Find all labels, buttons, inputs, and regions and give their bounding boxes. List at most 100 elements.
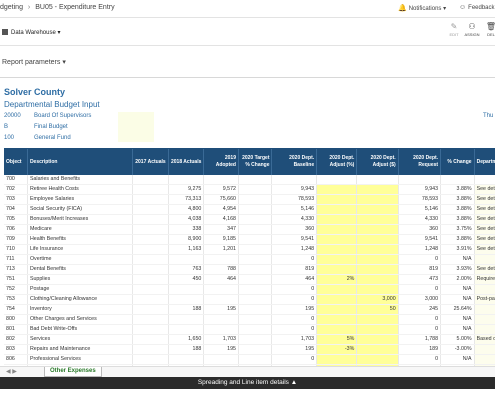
table-cell[interactable]: See detail on payroll f — [474, 204, 495, 215]
delete-button[interactable]: 🗑 DEL — [481, 22, 495, 37]
table-cell[interactable] — [474, 175, 495, 185]
table-cell[interactable] — [356, 184, 399, 195]
table-cell[interactable] — [356, 274, 399, 285]
model-selector[interactable]: Data Warehouse ▾ — [2, 29, 61, 36]
column-header[interactable]: Description — [27, 149, 133, 175]
table-cell[interactable] — [356, 254, 399, 265]
table-cell[interactable] — [356, 175, 399, 185]
table-cell[interactable]: See detail on payroll f — [474, 234, 495, 245]
table-cell[interactable] — [356, 314, 399, 325]
table-cell[interactable] — [474, 284, 495, 295]
table-cell: N/A — [440, 294, 475, 305]
table-cell[interactable] — [316, 234, 358, 245]
table-cell[interactable]: 50 — [356, 304, 399, 315]
details-panel-toggle[interactable]: Spreading and Line item details ▲ — [0, 377, 495, 389]
table-cell[interactable] — [316, 184, 358, 195]
table-cell[interactable]: See detail on payroll f — [474, 194, 495, 205]
table-cell[interactable]: 2% — [316, 274, 358, 285]
table-cell: 4,330 — [398, 214, 442, 225]
table-cell[interactable] — [356, 214, 399, 225]
report-parameters-toggle[interactable]: Report parameters ▾ — [2, 58, 66, 66]
notifications-button[interactable]: 🔔 Notifications ▾ — [398, 4, 446, 12]
column-header[interactable]: Departmental Notes — [474, 149, 495, 175]
table-cell[interactable] — [316, 244, 358, 255]
table-cell[interactable] — [474, 254, 495, 265]
column-header[interactable]: 2020 Target % Change — [238, 149, 273, 175]
table-cell[interactable]: 5% — [316, 334, 358, 345]
table-cell[interactable] — [316, 354, 358, 365]
table-cell[interactable] — [356, 244, 399, 255]
table-cell[interactable]: See detail on payroll f — [474, 214, 495, 225]
table-cell[interactable] — [316, 175, 358, 185]
table-cell: 3.75% — [440, 224, 475, 235]
table-cell[interactable] — [474, 344, 495, 355]
table-cell[interactable]: See detail on payroll f — [474, 244, 495, 255]
input-cell-block[interactable] — [118, 112, 154, 142]
table-cell — [271, 175, 318, 185]
table-cell: 702 — [4, 184, 28, 195]
table-cell[interactable]: -3% — [316, 344, 358, 355]
table-cell[interactable] — [356, 204, 399, 215]
table-cell[interactable] — [356, 344, 399, 355]
table-cell[interactable] — [316, 204, 358, 215]
table-cell: N/A — [440, 354, 475, 365]
table-cell: 1,201 — [203, 244, 239, 255]
table-cell[interactable] — [316, 304, 358, 315]
table-cell[interactable]: Required for renovatio — [474, 274, 495, 285]
table-cell: 0 — [271, 354, 318, 365]
table-cell: 0 — [271, 254, 318, 265]
column-header[interactable]: 2020 Dept. Adjust (%) — [316, 149, 358, 175]
table-cell[interactable] — [316, 294, 358, 305]
column-header[interactable]: % Change — [440, 149, 475, 175]
table-cell: 3.88% — [440, 204, 475, 215]
sheet-tab-other-expenses[interactable]: Other Expenses — [44, 367, 102, 377]
table-cell[interactable] — [316, 284, 358, 295]
assign-button[interactable]: ⚇ ASSIGN — [462, 22, 482, 37]
table-cell[interactable] — [356, 324, 399, 335]
table-cell[interactable] — [316, 264, 358, 275]
table-cell[interactable] — [356, 194, 399, 205]
budget-table: Object Description 2017 Actuals 2018 Act… — [4, 148, 495, 366]
table-cell[interactable] — [356, 334, 399, 345]
column-header[interactable]: 2020 Dept. Baseline — [271, 149, 318, 175]
table-cell[interactable] — [316, 194, 358, 205]
table-cell[interactable] — [316, 254, 358, 265]
table-cell: 2.00% — [440, 274, 475, 285]
table-cell: 9,572 — [203, 184, 239, 195]
table-cell[interactable]: Post-pandemic requir — [474, 294, 495, 305]
table-cell[interactable] — [356, 284, 399, 295]
table-cell[interactable] — [356, 224, 399, 235]
column-header[interactable]: 2017 Actuals — [132, 149, 169, 175]
table-cell[interactable] — [356, 354, 399, 365]
tab-scroll-arrows[interactable]: ◀ ▶ — [6, 368, 17, 375]
table-cell: -3.00% — [440, 344, 475, 355]
edit-button[interactable]: ✎ EDIT — [444, 22, 464, 37]
table-cell[interactable] — [474, 304, 495, 315]
table-cell[interactable] — [316, 324, 358, 335]
breadcrumb-parent[interactable]: dgeting — [0, 4, 23, 11]
table-row: 752 Postage 0 0 N/A — [4, 284, 495, 295]
table-cell: 9,275 — [168, 184, 205, 195]
breadcrumb-current: BU05 - Expenditure Entry — [35, 4, 115, 11]
table-cell[interactable] — [316, 224, 358, 235]
table-cell: 78,593 — [398, 194, 442, 205]
table-cell[interactable]: See detail on payroll f — [474, 264, 495, 275]
table-cell[interactable]: See detail on payroll f — [474, 184, 495, 195]
table-cell[interactable] — [316, 314, 358, 325]
column-header[interactable]: 2020 Dept. Request — [398, 149, 442, 175]
table-cell: N/A — [440, 284, 475, 295]
table-cell[interactable]: See detail on payroll f — [474, 224, 495, 235]
feedback-button[interactable]: ☺ Feedback — [459, 4, 495, 11]
table-cell[interactable]: 3,000 — [356, 294, 399, 305]
column-header[interactable]: 2018 Actuals — [168, 149, 205, 175]
table-cell[interactable] — [356, 234, 399, 245]
table-cell[interactable] — [474, 354, 495, 365]
table-cell[interactable] — [356, 264, 399, 275]
column-header[interactable]: 2019 Adopted — [203, 149, 239, 175]
table-cell[interactable] — [474, 314, 495, 325]
column-header[interactable]: 2020 Dept. Adjust ($) — [356, 149, 399, 175]
table-cell[interactable]: Based on Resolution 3 — [474, 334, 495, 345]
column-header[interactable]: Object — [4, 149, 28, 175]
table-cell[interactable] — [316, 214, 358, 225]
table-cell[interactable] — [474, 324, 495, 335]
